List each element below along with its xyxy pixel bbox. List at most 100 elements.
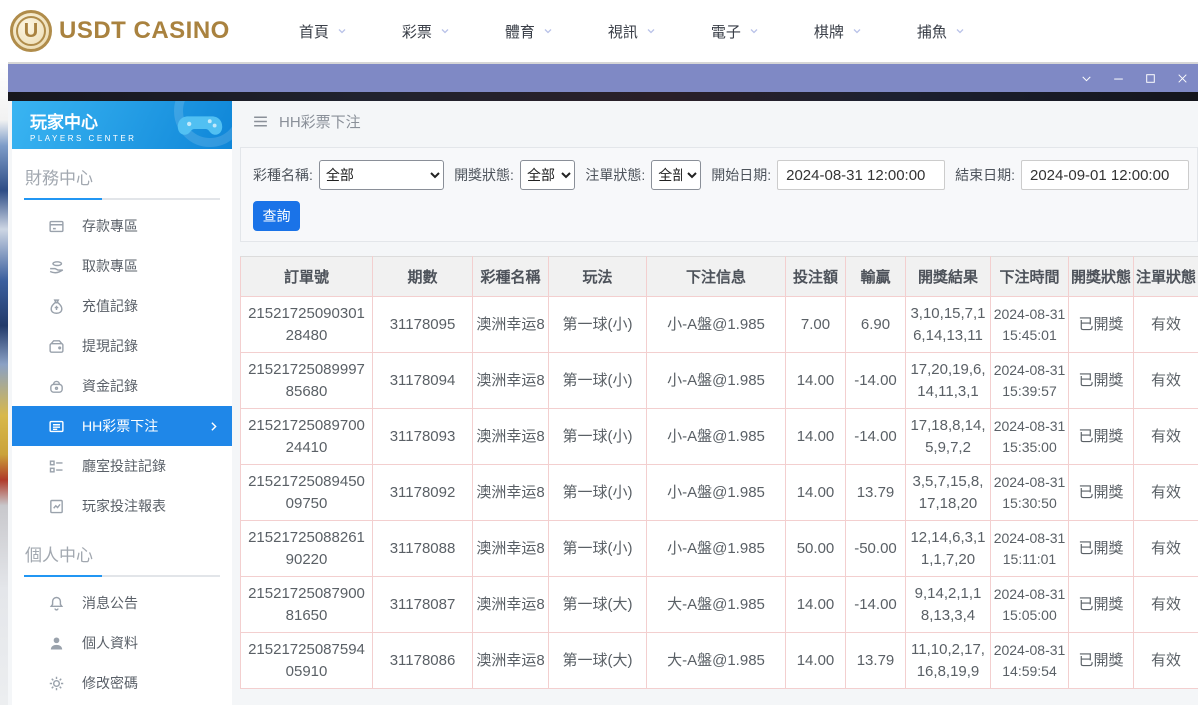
cell-play: 第一球(小) [548,408,647,465]
column-header: 玩法 [548,256,647,297]
cell-result: 12,14,6,3,11,1,7,20 [905,520,991,577]
sidebar-item-profile[interactable]: 個人資料 [12,623,232,663]
chevron-right-icon [211,421,217,431]
column-header: 注單狀態 [1133,256,1198,297]
sidebar-item-funds-record[interactable]: 資金記錄 [12,366,232,406]
cell-result: 17,18,8,14,5,9,7,2 [905,408,991,465]
sidebar-item-label: 廳室投註記錄 [82,458,166,474]
cell-win-loss: -14.00 [845,352,906,409]
site-logo[interactable]: U USDT CASINO [10,10,230,52]
order-status-select[interactable]: 全部 [651,160,702,190]
coin-logo-icon: U [10,10,52,52]
sidebar-item-label: 消息公告 [82,595,138,611]
report-icon [50,499,63,513]
cell-order-status: 有效 [1133,576,1198,633]
cell-win-loss: 6.90 [845,296,906,353]
close-button[interactable] [1166,64,1198,92]
start-date-input[interactable] [777,160,946,190]
sidebar-item-label: 個人資料 [82,635,138,651]
table-body: 2152172509030128480 31178095 澳洲幸运8 第一球(小… [240,296,1198,689]
minimize-icon [1113,78,1123,80]
nav-item[interactable]: 電子 [684,21,787,42]
cell-play: 第一球(小) [548,520,647,577]
sidebar-item-change-password[interactable]: 修改密碼 [12,663,232,703]
sidebar-item-room-bet-record[interactable]: 廳室投註記錄 [12,446,232,486]
app-window: 玩家中心 PLAYERS CENTER 財務中心 存款專區 取款專區 充值記錄 … [8,62,1198,705]
cell-draw-status: 已開獎 [1068,632,1134,689]
chevron-down-icon [750,29,758,34]
nav-item[interactable]: 視訊 [581,21,684,42]
cell-win-loss: 13.79 [845,632,906,689]
cell-draw-status: 已開獎 [1068,296,1134,353]
cell-period: 31178087 [372,576,473,633]
filter-panel: 彩種名稱: 全部 開獎狀態: 全部 注單狀態: 全部 開始日期: 結束日期: 查… [240,147,1198,242]
nav-item-label: 首頁 [298,23,329,41]
sidebar-item-label: 取款專區 [82,258,138,274]
cell-lottery: 澳洲幸运8 [472,576,549,633]
deposit-icon [49,220,64,232]
cell-period: 31178095 [372,296,473,353]
page-title: HH彩票下注 [279,113,361,131]
sidebar-item-recharge-record[interactable]: 充值記錄 [12,286,232,326]
draw-status-filter-label: 開獎狀態: [454,167,514,183]
cell-bet-info: 大-A盤@1.985 [646,632,786,689]
nav-item-label: 電子 [710,23,741,41]
nav-item[interactable]: 彩票 [375,21,478,42]
cell-time: 2024-08-31 15:35:00 [990,408,1069,465]
sidebar-item-deposit[interactable]: 存款專區 [12,206,232,246]
withdraw-icon [49,260,64,273]
money-bag-icon [50,298,63,314]
maximize-button[interactable] [1134,64,1166,92]
table-row: 2152172509030128480 31178095 澳洲幸运8 第一球(小… [240,296,1198,353]
window-menu-button[interactable] [1070,64,1102,92]
end-date-label: 結束日期: [955,167,1015,183]
section-title-finance: 財務中心 [25,169,93,188]
chevron-down-icon [956,29,964,34]
sidebar-item-label: 玩家投注報表 [82,498,166,514]
table-row: 2152172508970024410 31178093 澳洲幸运8 第一球(小… [240,408,1198,465]
start-date-label: 開始日期: [711,167,772,183]
column-header: 開獎狀態 [1068,256,1134,297]
background-page-strip [0,62,8,705]
nav-items: 首頁 彩票 體育 視訊 電子 棋牌 捕魚 [272,21,993,42]
section-rule [24,575,220,577]
nav-item[interactable]: 捕魚 [890,21,993,42]
minimize-button[interactable] [1102,64,1134,92]
nav-item[interactable]: 棋牌 [787,21,890,42]
cell-period: 31178092 [372,464,473,521]
cell-win-loss: -14.00 [845,576,906,633]
window-content: 玩家中心 PLAYERS CENTER 財務中心 存款專區 取款專區 充值記錄 … [8,101,1198,705]
cell-time: 2024-08-31 15:39:57 [990,352,1069,409]
cell-amount: 14.00 [785,464,846,521]
sidebar-item-player-report[interactable]: 玩家投注報表 [12,486,232,526]
column-header: 下注信息 [646,256,786,297]
cell-result: 9,14,2,1,18,13,3,4 [905,576,991,633]
cell-order-id: 2152172508970024410 [240,408,373,465]
wallet-icon [49,339,64,353]
nav-item-label: 體育 [504,23,535,41]
sidebar-item-announcements[interactable]: 消息公告 [12,583,232,623]
cell-play: 第一球(小) [548,464,647,521]
nav-item[interactable]: 體育 [478,21,581,42]
sidebar-item-withdraw[interactable]: 取款專區 [12,246,232,286]
sidebar-item-label: HH彩票下注 [82,418,159,434]
end-date-input[interactable] [1021,160,1189,190]
sidebar-item-withdrawal-record[interactable]: 提現記錄 [12,326,232,366]
chevron-down-icon [338,29,346,34]
search-button[interactable]: 查詢 [253,201,300,231]
cell-result: 3,10,15,7,16,14,13,11 [905,296,991,353]
cell-time: 2024-08-31 15:30:50 [990,464,1069,521]
bell-icon [49,596,64,611]
cell-order-status: 有效 [1133,632,1198,689]
cell-win-loss: -50.00 [845,520,906,577]
cell-order-id: 2152172508790081650 [240,576,373,633]
cell-order-status: 有效 [1133,408,1198,465]
cell-amount: 7.00 [785,296,846,353]
lottery-select[interactable]: 全部 [318,160,445,190]
hamburger-icon[interactable] [252,113,269,130]
nav-item[interactable]: 首頁 [272,21,375,42]
draw-status-select[interactable]: 全部 [519,160,576,190]
sidebar-item-lottery-bets[interactable]: HH彩票下注 [12,406,232,446]
cell-play: 第一球(大) [548,632,647,689]
cell-lottery: 澳洲幸运8 [472,632,549,689]
